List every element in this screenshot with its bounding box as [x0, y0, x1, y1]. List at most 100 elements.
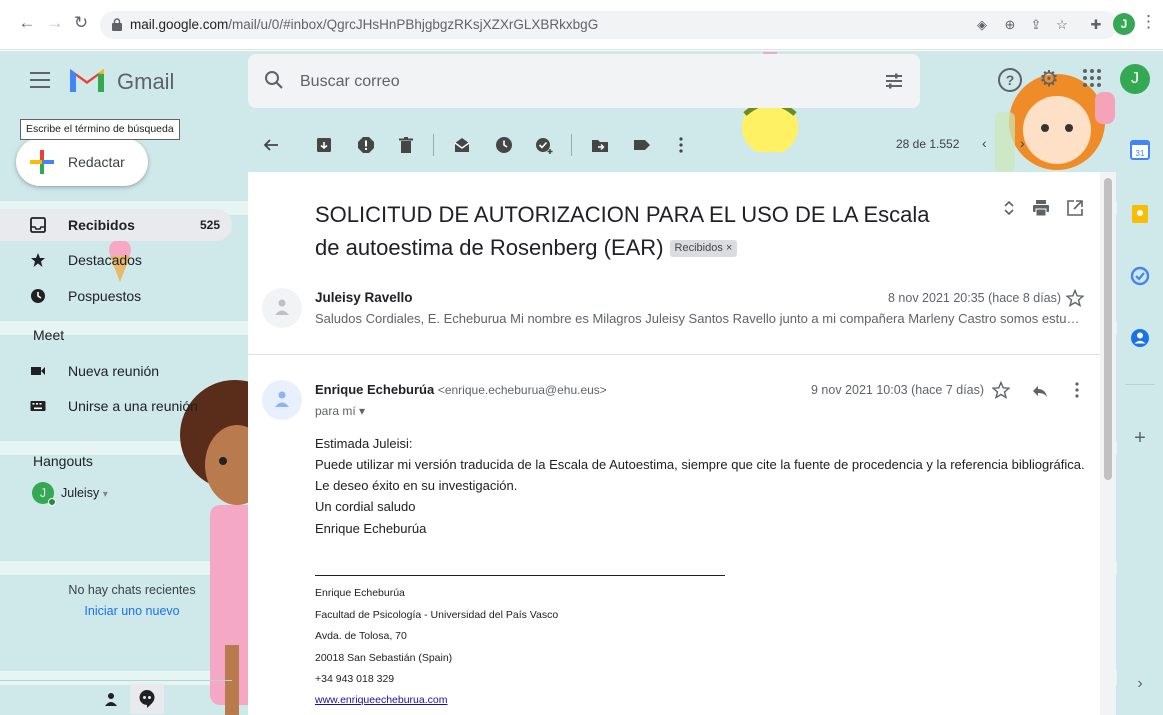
keyboard-icon — [30, 401, 46, 411]
back-arrow-icon[interactable] — [262, 136, 280, 154]
signature-rule — [315, 575, 725, 576]
sidebar-item-label: Nueva reunión — [68, 363, 160, 379]
prev-message-icon[interactable]: ‹ — [982, 135, 987, 151]
keep-icon[interactable] — [1130, 204, 1150, 224]
person-icon — [275, 299, 289, 315]
add-task-icon[interactable] — [535, 136, 553, 154]
bookmark-star-icon[interactable]: ☆ — [1054, 17, 1070, 33]
person-icon — [275, 391, 289, 407]
url-text: mail.google.com/mail/u/0/#inbox/QgrcJHsH… — [130, 17, 599, 32]
search-input[interactable] — [300, 71, 820, 93]
reply-icon[interactable] — [1031, 382, 1049, 400]
label-icon[interactable] — [633, 136, 651, 154]
search-options-icon[interactable] — [884, 71, 904, 91]
star-outline-icon[interactable] — [992, 381, 1010, 399]
message-pane: SOLICITUD DE AUTORIZACION PARA EL USO DE… — [248, 172, 1100, 715]
signature-line: Facultad de Psicología - Universidad del… — [315, 609, 559, 621]
sender-name[interactable]: Juleisy Ravello — [315, 290, 413, 305]
forward-icon[interactable]: → — [44, 12, 66, 34]
body-line: Enrique Echeburúa — [315, 521, 427, 536]
sender-email: <enrique.echeburua@ehu.eus> — [437, 383, 607, 397]
recipient-details[interactable]: para mí ▾ — [315, 404, 365, 418]
toolbar-divider — [433, 134, 434, 156]
scrollbar[interactable] — [1100, 172, 1116, 715]
online-status-dot — [48, 498, 56, 506]
sidebar-item-inbox[interactable]: Recibidos 525 — [0, 209, 232, 241]
sidebar-item-snoozed[interactable]: Pospuestos — [0, 280, 232, 312]
gmail-wordmark: Gmail — [117, 69, 175, 94]
message-divider — [248, 354, 1100, 355]
body-line: Un cordial saludo — [315, 499, 416, 514]
person-icon[interactable] — [103, 691, 119, 707]
hangouts-icon — [139, 690, 155, 708]
scrollbar-thumb[interactable] — [1104, 178, 1112, 480]
print-icon[interactable] — [1032, 199, 1050, 217]
more-vert-icon[interactable] — [672, 136, 690, 154]
sidebar-item-new-meeting[interactable]: Nueva reunión — [0, 355, 232, 387]
main-menu-icon[interactable] — [30, 72, 50, 88]
signature-line: +34 943 018 329 — [315, 673, 395, 685]
sidebar-item-starred[interactable]: Destacados — [0, 244, 232, 276]
unread-count: 525 — [199, 218, 220, 232]
message-counter: 28 de 1.552 — [896, 137, 960, 151]
video-icon — [31, 367, 45, 375]
browser-profile-avatar[interactable]: J — [1113, 13, 1135, 35]
message-snippet[interactable]: Saludos Cordiales, E. Echeburua Mi nombr… — [315, 311, 1085, 326]
more-vert-icon[interactable] — [1068, 381, 1086, 399]
move-to-icon[interactable] — [591, 136, 609, 154]
sidebar-item-label: Pospuestos — [68, 288, 142, 304]
gmail-logo-icon — [70, 69, 104, 92]
signature-line: 20018 San Sebastián (Spain) — [315, 652, 453, 664]
sidebar-item-label: Recibidos — [68, 217, 135, 233]
back-icon[interactable]: ← — [16, 12, 38, 34]
no-recent-chats-text: No hay chats recientes — [68, 583, 196, 597]
tasks-icon[interactable] — [1130, 266, 1150, 286]
delete-icon[interactable] — [397, 136, 415, 154]
reload-icon[interactable]: ↻ — [70, 12, 92, 34]
search-bar[interactable] — [248, 54, 920, 108]
sender-name[interactable]: Enrique Echeburúa — [315, 382, 434, 397]
sidebar-item-join-meeting[interactable]: Unirse a una reunión — [0, 390, 232, 422]
message-subject: SOLICITUD DE AUTORIZACION PARA EL USO DE… — [315, 202, 930, 260]
hangouts-user-status[interactable]: J Juleisy ▾ — [32, 482, 212, 508]
zoom-icon[interactable]: ⊕ — [1002, 17, 1018, 33]
sidebar-item-label: Unirse a una reunión — [68, 398, 198, 414]
compose-button[interactable]: Redactar — [16, 138, 148, 186]
signature-line: Enrique Echeburúa — [315, 587, 405, 599]
mark-unread-icon[interactable] — [453, 136, 471, 154]
body-line: Puede utilizar mi versión traducida de l… — [315, 457, 1085, 472]
show-side-panel-icon[interactable]: › — [1130, 674, 1150, 694]
expand-all-icon[interactable] — [1000, 199, 1018, 217]
plus-icon — [30, 150, 54, 174]
open-new-window-icon[interactable] — [1066, 199, 1084, 217]
star-outline-icon[interactable] — [1066, 289, 1084, 307]
address-bar[interactable]: mail.google.com/mail/u/0/#inbox/QgrcJHsH… — [100, 11, 1118, 39]
meet-section-title: Meet — [33, 327, 65, 343]
report-spam-icon[interactable] — [357, 136, 375, 154]
browser-menu-icon[interactable]: ⋮ — [1140, 12, 1157, 32]
help-icon[interactable]: ? — [998, 68, 1022, 92]
next-message-icon[interactable]: › — [1020, 135, 1025, 151]
browser-toolbar: ← → ↻ mail.google.com/mail/u/0/#inbox/Qg… — [0, 0, 1163, 50]
puzzle-icon[interactable]: ✚ — [1088, 17, 1104, 33]
google-apps-icon[interactable] — [1082, 68, 1102, 88]
settings-gear-icon[interactable]: ⚙ — [1036, 66, 1062, 92]
panel-divider — [1125, 384, 1155, 385]
inbox-label-chip[interactable]: Recibidos × — [669, 240, 738, 257]
contacts-icon[interactable] — [1130, 328, 1150, 348]
signature-link[interactable]: www.enriqueecheburua.com — [315, 694, 448, 706]
hangouts-tab[interactable] — [130, 684, 164, 714]
share-icon[interactable]: ⇪ — [1028, 17, 1044, 33]
start-new-chat-link[interactable]: Iniciar uno nuevo — [0, 604, 264, 618]
archive-icon[interactable] — [315, 136, 333, 154]
snooze-icon[interactable] — [495, 136, 513, 154]
account-avatar[interactable]: J — [1120, 64, 1150, 94]
svg-text:31: 31 — [1136, 149, 1145, 158]
extension-icon[interactable]: ◈ — [974, 17, 990, 33]
calendar-icon[interactable]: 31 — [1130, 140, 1150, 160]
compose-label: Redactar — [68, 154, 125, 170]
body-line: Le deseo éxito en su investigación. — [315, 478, 518, 493]
inbox-icon — [30, 217, 46, 233]
search-icon[interactable] — [264, 70, 284, 90]
get-addons-icon[interactable]: + — [1130, 428, 1150, 448]
